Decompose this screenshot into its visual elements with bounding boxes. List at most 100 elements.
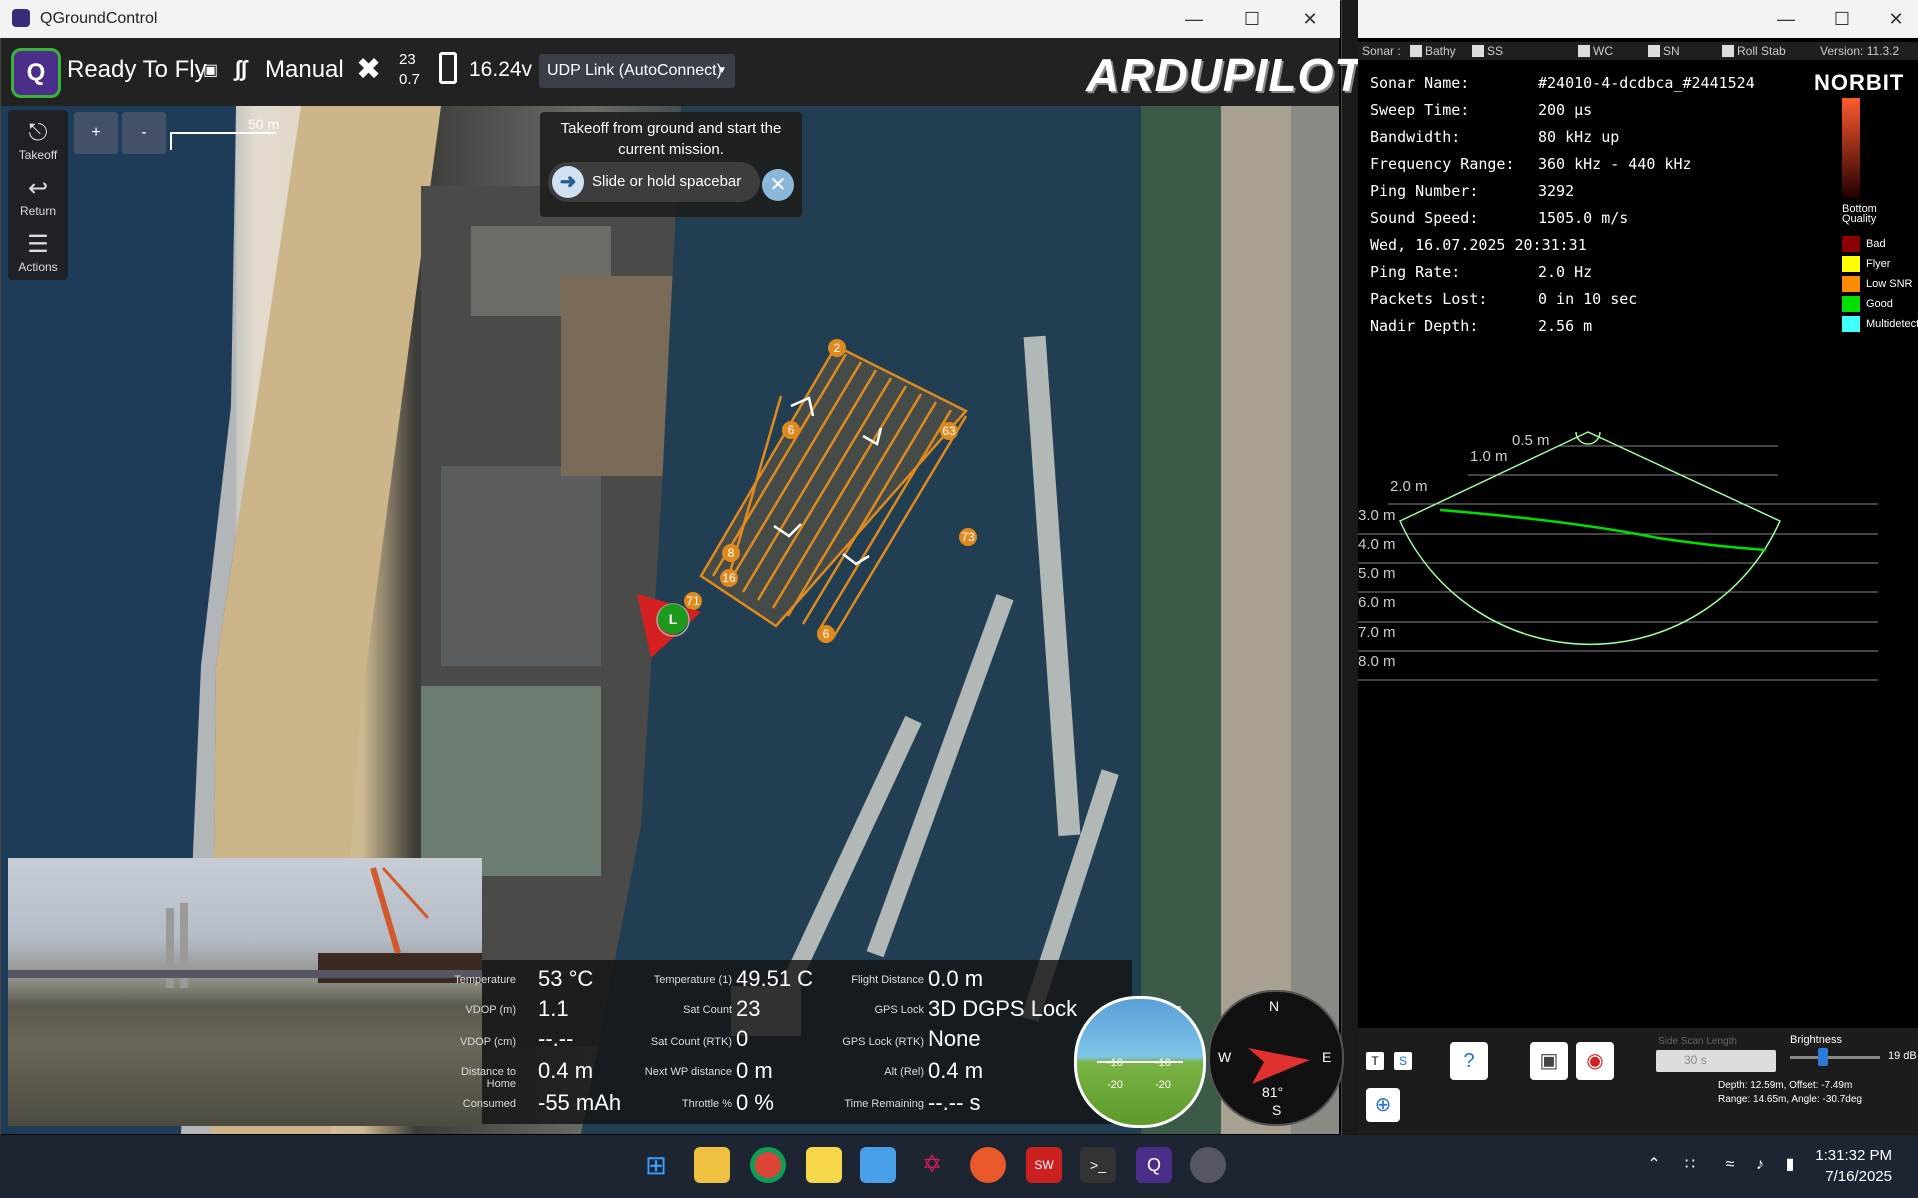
sticky-notes-icon[interactable] [806, 1147, 842, 1183]
signal-icon: ∫∫ [235, 56, 248, 81]
wc-checkbox[interactable]: WC [1578, 44, 1613, 58]
legend-swatch [1842, 236, 1860, 252]
info-row: Sonar Name: #24010-4-dcdbca_#2441524 [1370, 74, 1755, 92]
windows-start-icon[interactable]: ⊞ [638, 1147, 674, 1183]
info-label: Frequency Range: [1370, 155, 1515, 173]
zoom-button[interactable]: ⊕ [1366, 1088, 1400, 1122]
close-icon[interactable]: ✕ [1290, 6, 1330, 32]
telemetry-label: Sat Count [683, 1004, 732, 1016]
readout-line-1: Depth: 12.59m, Offset: -7.49m [1718, 1080, 1853, 1091]
record-button[interactable]: ◉ [1576, 1042, 1614, 1080]
maximize-icon[interactable]: ☐ [1232, 6, 1272, 32]
cancel-button[interactable]: ✕ [762, 169, 794, 201]
solidworks-icon[interactable]: SW [1026, 1147, 1062, 1183]
flight-status[interactable]: Ready To Fly [67, 56, 207, 84]
minimize-icon[interactable]: — [1174, 6, 1214, 32]
ss-checkbox[interactable]: SS [1472, 44, 1503, 58]
grid-icon[interactable]: ∷ [1672, 1147, 1708, 1183]
depth-label: 3.0 m [1358, 507, 1396, 524]
telemetry-label: Distance to Home [460, 1066, 516, 1090]
info-label: Sonar Name: [1370, 74, 1470, 92]
video-scene [8, 866, 482, 988]
telemetry-value: None [928, 1026, 981, 1051]
system-clock[interactable]: 1:31:32 PM 7/16/2025 [1815, 1145, 1892, 1187]
sn-checkbox[interactable]: SN [1648, 44, 1680, 58]
link-dropdown[interactable]: UDP Link (AutoConnect) ▼ [539, 54, 735, 88]
mission-wp-label: 6 [788, 423, 795, 437]
main-toolbar: Q Ready To Fly ▣ ∫∫ Manual ✖ 23 0.7 16.2… [1, 38, 1362, 106]
return-label: Return [19, 204, 57, 218]
slide-to-confirm[interactable]: ➜ Slide or hold spacebar [548, 162, 760, 202]
telemetry-label: Temperature [454, 974, 516, 986]
minimize-icon[interactable]: — [1766, 6, 1806, 32]
network-app-icon[interactable] [1190, 1147, 1226, 1183]
s-toggle-button[interactable]: S [1394, 1052, 1412, 1070]
video-feed[interactable] [8, 858, 482, 1126]
close-icon[interactable]: ✕ [1876, 6, 1916, 32]
info-value: 3292 [1538, 182, 1575, 200]
takeoff-prompt-text: Takeoff from ground and start the curren… [560, 120, 782, 158]
notepad-icon[interactable] [860, 1147, 896, 1183]
telemetry-label: Throttle % [681, 1098, 732, 1110]
qgc-logo-button[interactable]: Q [11, 48, 61, 98]
toolstrip: ⎋ Takeoff ↩ Return ☰ Actions [8, 110, 68, 280]
telemetry-value: 0.0 m [928, 966, 984, 991]
info-row: Ping Rate: 2.0 Hz [1370, 263, 1592, 281]
telemetry-label: GPS Lock (RTK) [842, 1036, 924, 1048]
brightness-slider[interactable] [1790, 1048, 1880, 1066]
return-button[interactable]: ↩ Return [8, 174, 68, 218]
side-scan-spinner[interactable]: 30 s [1656, 1050, 1776, 1072]
mission-wp-label: 8 [728, 546, 735, 560]
depth-label: 2.0 m [1390, 478, 1428, 495]
gps-count: 23 [399, 51, 416, 68]
qgroundcontrol-icon[interactable]: Q [1136, 1147, 1172, 1183]
takeoff-label: Takeoff [18, 148, 58, 162]
battery-icon[interactable] [439, 52, 457, 84]
zoom-out-button[interactable]: - [122, 112, 166, 154]
side-scan-value: 30 s [1684, 1053, 1707, 1067]
return-icon: ↩ [27, 175, 49, 202]
arrow-right-icon[interactable]: ➜ [552, 166, 584, 198]
zoom-in-button[interactable]: + [74, 112, 118, 154]
chevron-up-icon[interactable]: ⌃ [1636, 1147, 1672, 1183]
roll-stab-checkbox[interactable]: Roll Stab [1722, 44, 1786, 58]
info-label: Nadir Depth: [1370, 317, 1479, 335]
file-explorer-icon[interactable] [694, 1147, 730, 1183]
info-row: Nadir Depth: 2.56 m [1370, 317, 1592, 335]
taskbar: ⊞ ✡ SW >_ Q ⌃ ∷ ≈ ♪ ▮ 1:31:32 PM 7/16/20… [0, 1135, 1918, 1198]
telemetry-label: Sat Count (RTK) [650, 1036, 732, 1048]
actions-button[interactable]: ☰ Actions [8, 230, 68, 274]
telemetry-label: Time Remaining [844, 1098, 924, 1110]
slack-icon[interactable]: ✡ [914, 1147, 950, 1183]
quality-title: Bottom Quality [1842, 203, 1877, 225]
menu-icon: ☰ [27, 231, 49, 258]
flight-mode[interactable]: Manual [265, 56, 344, 84]
sonar-view[interactable]: 0.5 m 1.0 m 2.0 m 3.0 m 4.0 m 5.0 m 6.0 … [1358, 418, 1918, 758]
chrome-icon[interactable] [750, 1147, 786, 1183]
info-row: Bandwidth: 80 kHz up [1370, 128, 1619, 146]
bathy-checkbox[interactable]: Bathy [1410, 44, 1456, 58]
app-icon [12, 9, 30, 27]
help-button[interactable]: ? [1450, 1042, 1488, 1080]
t-toggle-button[interactable]: T [1366, 1052, 1384, 1070]
telemetry-value: 0.4 m [928, 1058, 984, 1083]
vehicle-home-marker[interactable]: L [658, 604, 688, 634]
brightness-label: Brightness [1790, 1034, 1842, 1046]
slider-handle[interactable] [1818, 1048, 1828, 1066]
takeoff-button[interactable]: ⎋ Takeoff [8, 118, 68, 162]
telemetry-label: VDOP (cm) [459, 1036, 516, 1048]
message-icon[interactable]: ▣ [203, 60, 218, 80]
terminal-icon[interactable]: >_ [1080, 1147, 1116, 1183]
horizon-line [1097, 1061, 1183, 1063]
depth-label: 5.0 m [1358, 565, 1396, 582]
telemetry-label: Consumed [462, 1098, 516, 1110]
battery-tray-icon[interactable]: ▮ [1772, 1147, 1808, 1183]
stop-button[interactable]: ▣ [1530, 1042, 1568, 1080]
battery-voltage: 16.24v [469, 58, 533, 81]
pitch-label: -10 [1107, 1057, 1123, 1069]
info-row: Wed, 16.07.2025 20:31:31 [1370, 236, 1587, 254]
app-orange-icon[interactable] [970, 1147, 1006, 1183]
maximize-icon[interactable]: ☐ [1822, 6, 1862, 32]
compass: N E W S 81° [1208, 990, 1344, 1126]
gps-icon[interactable]: ✖ [356, 52, 381, 87]
